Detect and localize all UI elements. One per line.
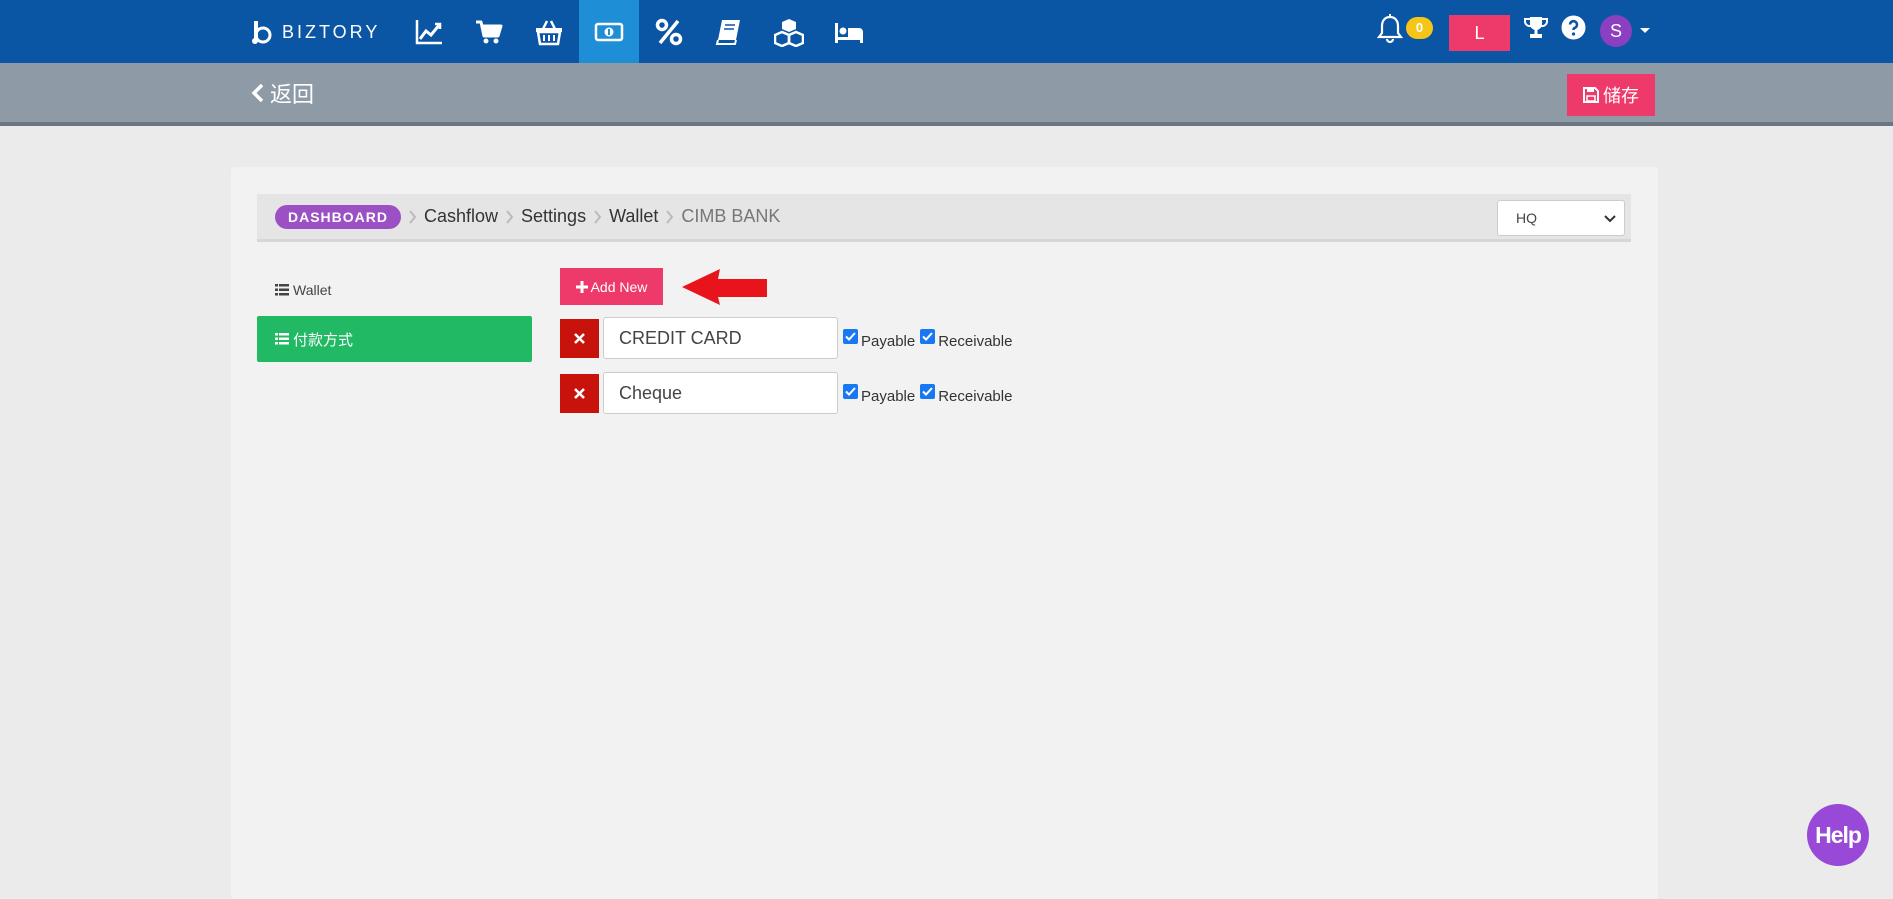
chevron-right-icon xyxy=(409,209,417,224)
delete-button[interactable] xyxy=(560,373,599,413)
receivable-label: Receivable xyxy=(938,332,1013,350)
biztory-logo[interactable]: BIZTORY xyxy=(250,18,380,46)
payment-method-name-input[interactable] xyxy=(603,317,838,359)
breadcrumb-cashflow[interactable]: Cashflow xyxy=(424,206,498,227)
nav-discounts[interactable] xyxy=(639,0,699,63)
add-new-label: Add New xyxy=(590,278,648,295)
receivable-label: Receivable xyxy=(938,387,1013,405)
chevron-left-icon xyxy=(251,83,264,103)
check-icon xyxy=(845,386,856,396)
save-label: 储存 xyxy=(1603,86,1639,106)
bed-icon xyxy=(835,22,863,43)
add-new-button[interactable]: Add New xyxy=(560,268,663,305)
money-icon xyxy=(594,22,624,41)
notification-badge: 0 xyxy=(1406,17,1433,39)
chevron-right-icon xyxy=(506,209,514,224)
nav-hotel[interactable] xyxy=(819,0,879,63)
red-arrow-annotation xyxy=(682,269,767,305)
breadcrumb: DASHBOARD Cashflow Settings Wallet CIMB … xyxy=(257,194,1631,242)
breadcrumb-current: CIMB BANK xyxy=(681,206,781,226)
branch-select[interactable]: HQ xyxy=(1497,200,1625,236)
back-label: 返回 xyxy=(270,82,315,107)
save-icon xyxy=(1583,87,1599,103)
receivable-checkbox[interactable] xyxy=(920,383,936,399)
receivable-checkbox[interactable] xyxy=(920,328,936,344)
check-icon xyxy=(845,331,856,341)
payment-method-row: Payable Receivable xyxy=(560,372,1012,414)
basket-icon xyxy=(536,19,562,45)
module-nav xyxy=(399,0,879,63)
brand-name: BIZTORY xyxy=(282,21,381,42)
payment-method-name-input[interactable] xyxy=(603,372,838,414)
sidebar-item-payment-methods[interactable]: 付款方式 xyxy=(257,316,532,362)
cart-icon xyxy=(476,20,503,43)
chevron-right-icon xyxy=(666,209,674,224)
breadcrumb-wallet[interactable]: Wallet xyxy=(609,206,658,227)
nav-inventory[interactable] xyxy=(759,0,819,63)
delete-button[interactable] xyxy=(560,318,599,358)
payable-label: Payable xyxy=(861,387,916,405)
biztory-logo-icon xyxy=(252,21,272,44)
close-icon xyxy=(574,332,585,344)
payment-method-row: Payable Receivable xyxy=(560,317,1012,359)
l-button[interactable]: L xyxy=(1449,15,1510,51)
top-navbar: BIZTORY 0 L S xyxy=(0,0,1893,63)
bell-icon[interactable] xyxy=(1377,14,1403,44)
sidebar-item-wallet[interactable]: Wallet xyxy=(275,282,331,298)
breadcrumb-settings[interactable]: Settings xyxy=(521,206,586,227)
check-icon xyxy=(922,386,933,396)
back-button[interactable]: 返回 xyxy=(250,77,314,109)
user-avatar[interactable]: S xyxy=(1600,15,1632,47)
nav-purchases[interactable] xyxy=(519,0,579,63)
nav-sales[interactable] xyxy=(459,0,519,63)
chart-line-icon xyxy=(415,19,442,44)
list-icon xyxy=(275,333,289,345)
payable-checkbox[interactable] xyxy=(843,328,858,344)
plus-icon xyxy=(575,280,588,293)
chevron-down-icon xyxy=(1604,215,1616,223)
nav-reports[interactable] xyxy=(399,0,459,63)
cubes-icon xyxy=(774,18,804,47)
trophy-icon[interactable] xyxy=(1523,15,1549,41)
sidebar-item-label: 付款方式 xyxy=(293,331,354,349)
nav-accounting[interactable] xyxy=(699,0,759,63)
close-icon xyxy=(574,387,585,399)
percent-icon xyxy=(655,18,683,45)
sidebar-item-label: Wallet xyxy=(293,282,332,298)
help-widget-button[interactable]: Help xyxy=(1807,804,1869,866)
save-button[interactable]: 储存 xyxy=(1567,74,1655,116)
nav-cashflow[interactable] xyxy=(579,0,639,63)
book-icon xyxy=(715,19,740,45)
chevron-right-icon xyxy=(594,209,602,224)
sub-header: 返回 储存 xyxy=(0,63,1893,126)
main-card: DASHBOARD Cashflow Settings Wallet CIMB … xyxy=(231,167,1658,899)
question-circle-icon[interactable] xyxy=(1561,15,1586,40)
check-icon xyxy=(922,331,933,341)
payable-checkbox[interactable] xyxy=(843,383,858,399)
branch-select-value: HQ xyxy=(1516,210,1537,226)
chevron-down-icon[interactable] xyxy=(1640,28,1650,33)
list-icon xyxy=(275,284,289,296)
breadcrumb-dashboard[interactable]: DASHBOARD xyxy=(275,204,401,229)
payable-label: Payable xyxy=(861,332,916,350)
